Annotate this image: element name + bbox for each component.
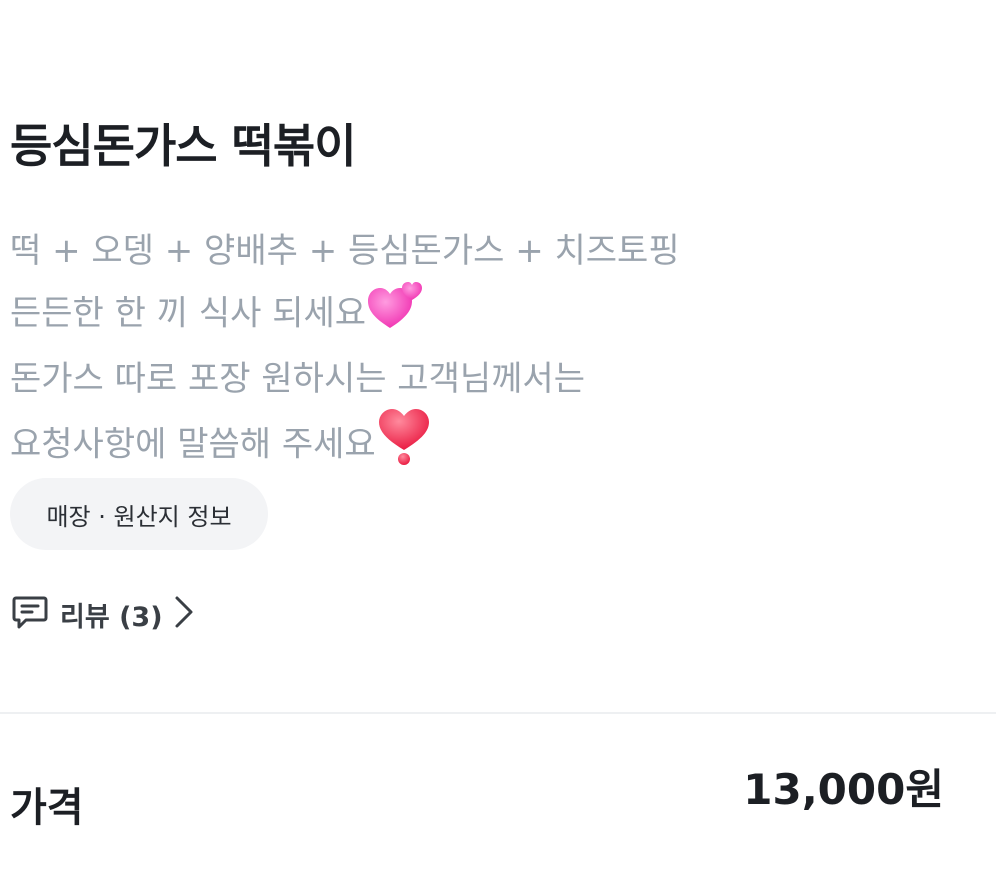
description-text: 든든한 한 끼 식사 되세요: [10, 293, 367, 334]
store-origin-info-button[interactable]: 매장 · 원산지 정보: [10, 478, 268, 550]
heart-exclamation-icon: [378, 408, 430, 484]
divider: [0, 712, 996, 714]
description-text: 돈가스 따로 포장 원하시는 고객님께서는: [10, 359, 585, 399]
two-hearts-icon: [368, 280, 424, 350]
description-line: 요청사항에 말씀해 주세요: [10, 408, 910, 484]
description-text: 떡 + 오뎅 + 양배추 + 등심돈가스 + 치즈토핑: [10, 231, 680, 271]
description-line: 돈가스 따로 포장 원하시는 고객님께서는: [10, 350, 910, 408]
review-label: 리뷰 (3): [60, 601, 163, 633]
description-line: 든든한 한 끼 식사 되세요: [10, 280, 910, 350]
price-label: 가격: [10, 785, 84, 831]
menu-title: 등심돈가스 떡볶이: [10, 119, 357, 173]
description-line: 떡 + 오뎅 + 양배추 + 등심돈가스 + 치즈토핑: [10, 222, 910, 280]
price-value: 13,000원: [743, 765, 944, 814]
description-text: 요청사항에 말씀해 주세요: [10, 424, 376, 465]
menu-description: 떡 + 오뎅 + 양배추 + 등심돈가스 + 치즈토핑 든든한 한 끼 식사 되…: [10, 222, 910, 484]
comment-icon: [10, 592, 50, 636]
chevron-right-icon: [173, 595, 195, 633]
review-link[interactable]: 리뷰 (3): [10, 592, 195, 636]
